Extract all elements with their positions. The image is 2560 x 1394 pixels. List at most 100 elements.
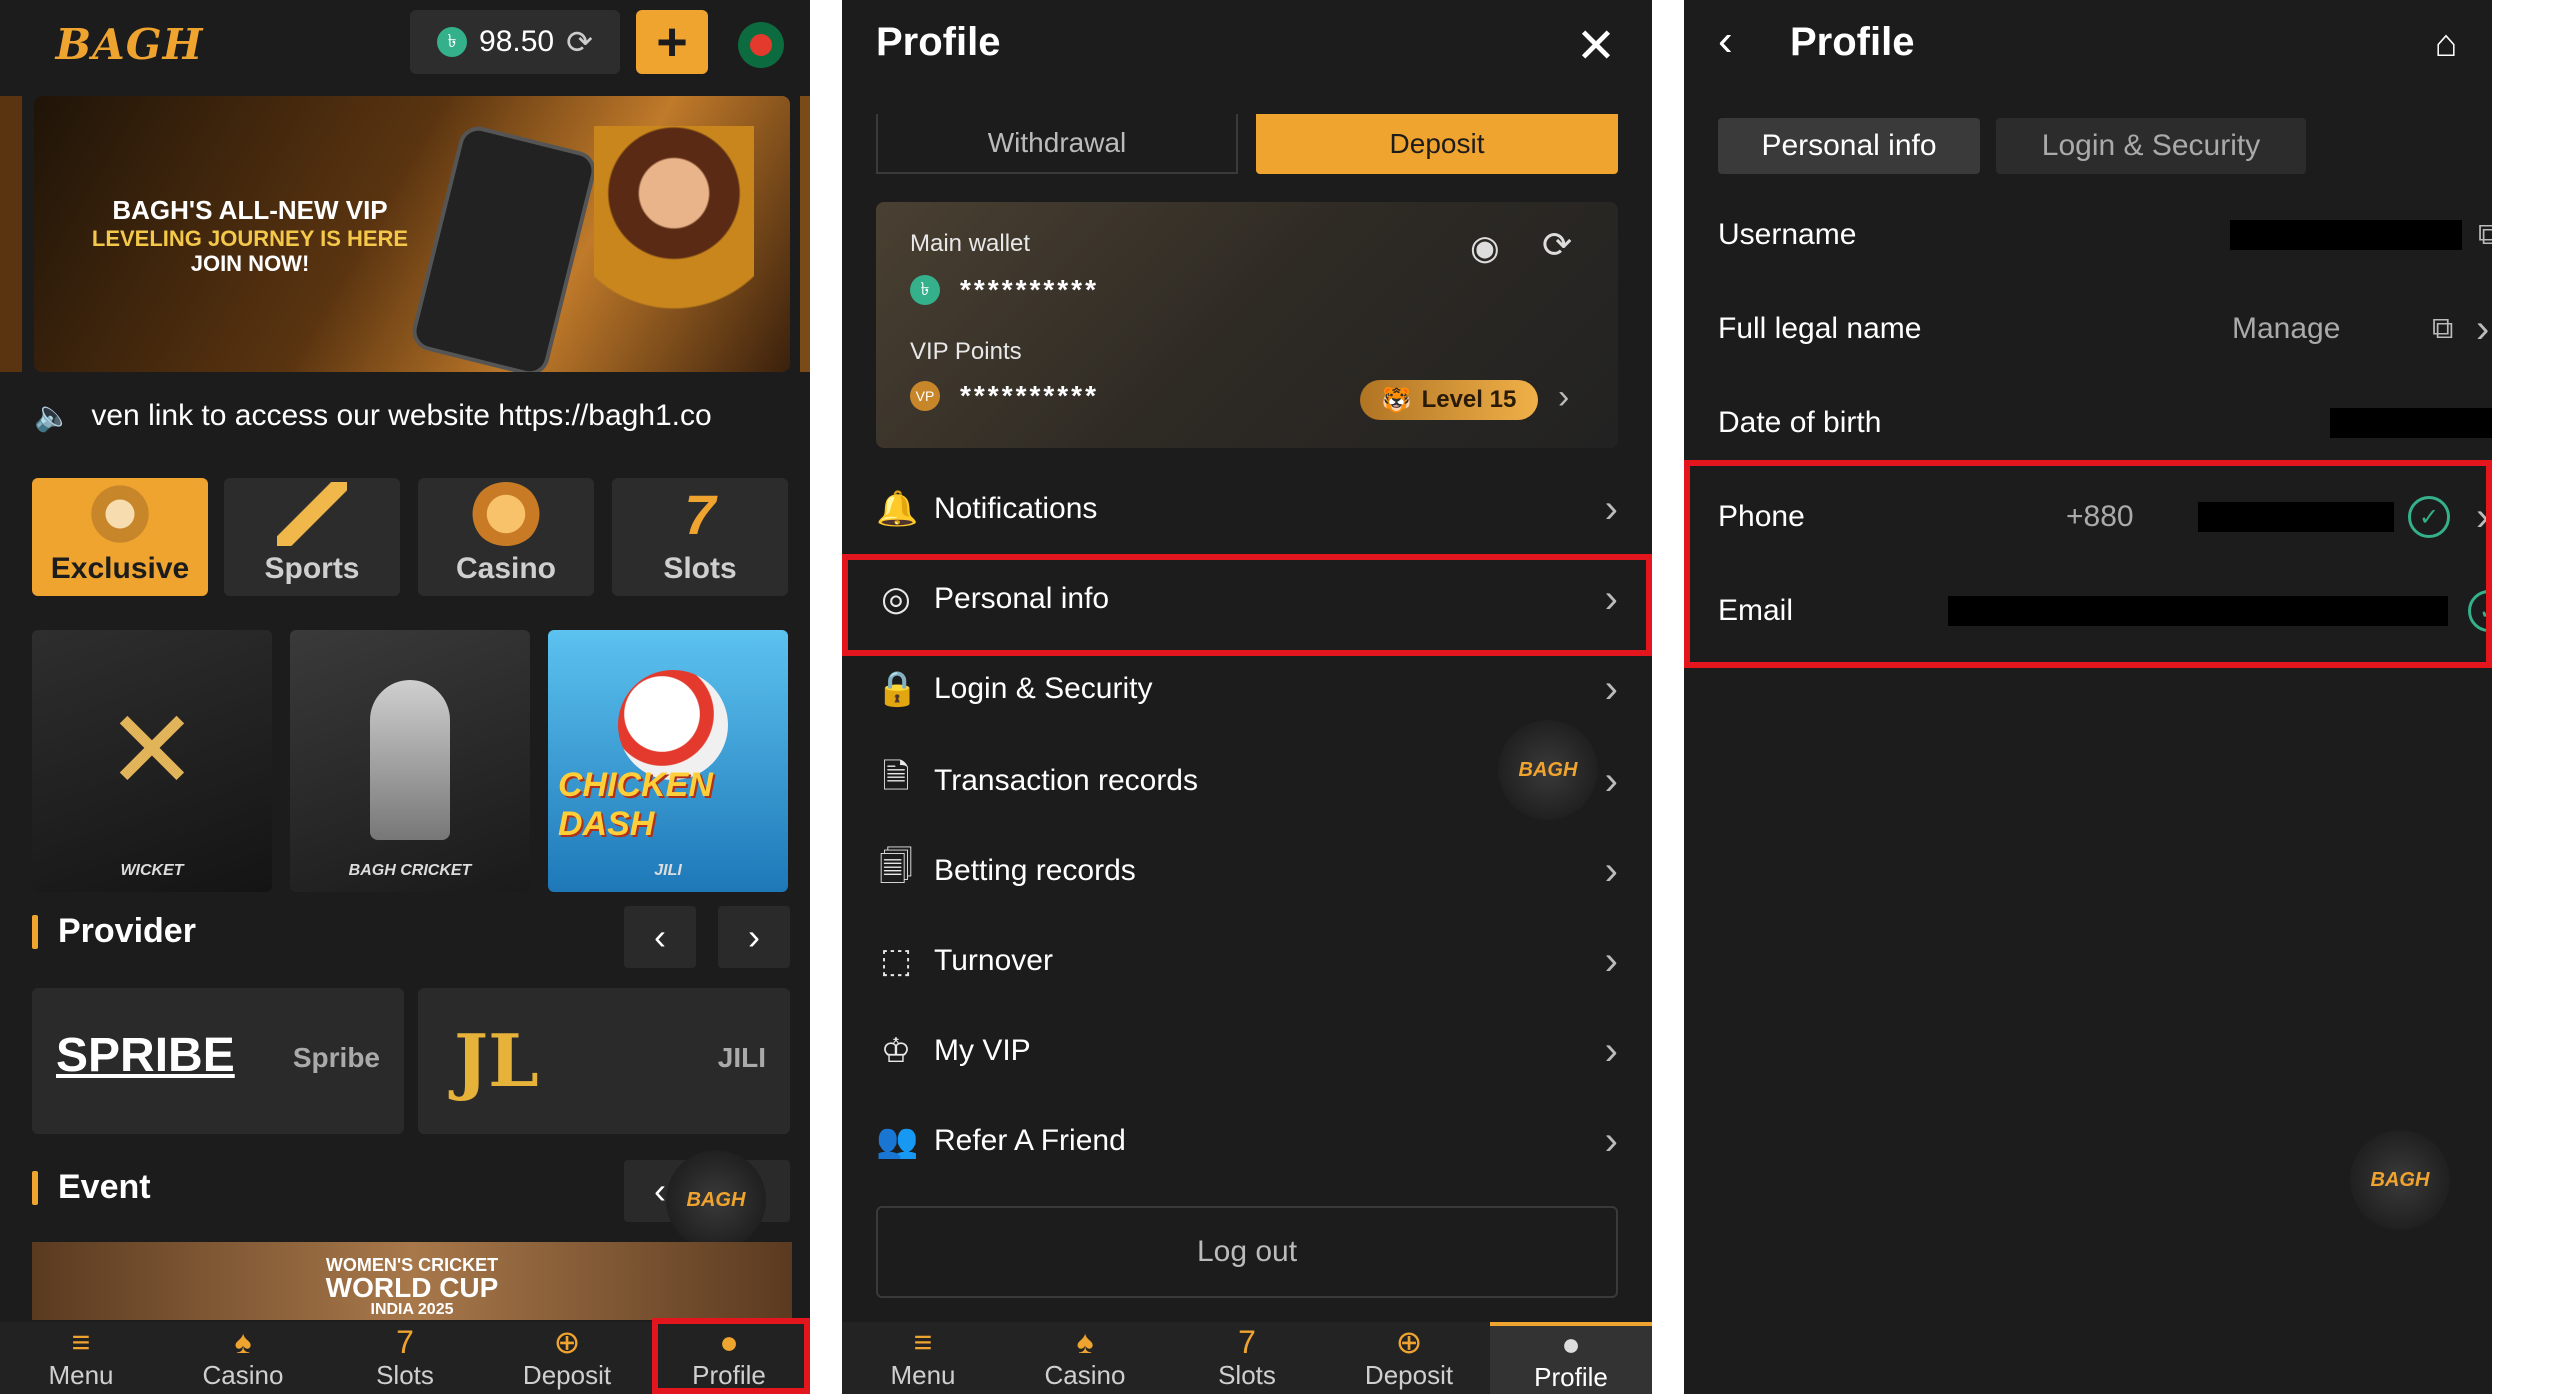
game-name: BAGH CRICKET: [348, 862, 472, 879]
manage-link[interactable]: Manage: [2232, 312, 2340, 346]
tab-personal-info[interactable]: Personal info: [1718, 118, 1980, 174]
phone-masked: [2198, 502, 2394, 532]
provider-prev-button[interactable]: ‹: [624, 906, 696, 968]
chevron-right-icon: ›: [1604, 577, 1618, 621]
close-icon[interactable]: ✕: [1568, 18, 1624, 74]
nav-slots[interactable]: 7 Slots: [1166, 1322, 1328, 1394]
copy-icon[interactable]: ⧉: [2478, 218, 2492, 252]
menu-icon: ≡: [913, 1323, 933, 1360]
tiger-icon: 🐯: [1381, 386, 1412, 414]
dob-label: Date of birth: [1718, 406, 1882, 439]
copy-icon[interactable]: ⧉: [2432, 312, 2453, 346]
main-wallet-label: Main wallet: [910, 230, 1031, 257]
chevron-right-icon: ›: [2476, 495, 2490, 539]
betting-icon: 🗐: [879, 847, 913, 886]
provider-jili[interactable]: JL JILI: [418, 988, 790, 1134]
category-casino[interactable]: Casino: [418, 478, 594, 596]
refresh-icon[interactable]: ⟳: [566, 23, 593, 61]
menu-betting-records[interactable]: 🗐 Betting records ›: [876, 836, 1618, 906]
menu-personal-info[interactable]: ◎ Personal info ›: [876, 564, 1618, 634]
nav-deposit[interactable]: ⊕ Deposit: [486, 1322, 648, 1394]
casino-icon: ♠: [1076, 1323, 1094, 1360]
logout-button[interactable]: Log out: [876, 1206, 1618, 1298]
mascot-illustration: [594, 126, 754, 366]
row-phone[interactable]: Phone +880 ✓ ›: [1718, 470, 2489, 564]
slots-icon: 7: [1238, 1323, 1256, 1360]
back-icon[interactable]: ‹: [1718, 16, 1733, 66]
category-label: Exclusive: [50, 552, 190, 585]
deposit-tab[interactable]: Deposit: [1256, 114, 1618, 174]
announcement-marquee[interactable]: 🔈 ven link to access our website https:/…: [34, 395, 810, 437]
provider-next-button[interactable]: ›: [718, 906, 790, 968]
vip-points-value: **********: [960, 380, 1099, 411]
batsman-illustration: [370, 680, 450, 840]
menu-refer-friend[interactable]: 👥 Refer A Friend ›: [876, 1106, 1618, 1176]
vip-level-badge[interactable]: 🐯 Level 15: [1360, 380, 1538, 420]
nav-casino[interactable]: ♠ Casino: [1004, 1322, 1166, 1394]
bagh-logo[interactable]: BAGH: [32, 14, 227, 74]
category-slots[interactable]: 7 Slots: [612, 478, 788, 596]
nav-label: Menu: [48, 1359, 114, 1390]
nav-slots[interactable]: 7 Slots: [324, 1322, 486, 1394]
phone-illustration: [408, 122, 600, 372]
eye-icon[interactable]: ◉: [1470, 228, 1500, 268]
banner-next-peek: [800, 96, 810, 372]
menu-turnover[interactable]: ⬚ Turnover ›: [876, 926, 1618, 996]
add-funds-button[interactable]: +: [636, 10, 708, 74]
nav-menu[interactable]: ≡ Menu: [842, 1322, 1004, 1394]
profile-icon: ●: [1561, 1325, 1581, 1362]
menu-login-security[interactable]: 🔒 Login & Security ›: [876, 654, 1618, 724]
home-icon[interactable]: ⌂: [2420, 18, 2472, 70]
jili-logo: JL: [454, 1018, 539, 1103]
phone-prefix: +880: [2066, 500, 2134, 533]
username-label: Username: [1718, 218, 1857, 251]
menu-notifications[interactable]: 🔔 Notifications ›: [876, 474, 1618, 544]
bagh-float-icon[interactable]: BAGH: [1498, 720, 1598, 820]
row-full-name[interactable]: Full legal name Manage ⧉ ›: [1718, 282, 2489, 376]
tab-login-security[interactable]: Login & Security: [1996, 118, 2306, 174]
bottom-nav: ≡ Menu ♠ Casino 7 Slots ⊕ Deposit ● Profile: [842, 1322, 1652, 1394]
chevron-right-icon: ›: [1604, 939, 1618, 983]
nav-label: Menu: [890, 1359, 956, 1390]
chevron-right-icon[interactable]: ›: [1558, 380, 1569, 414]
refresh-icon[interactable]: ⟳: [1542, 224, 1572, 266]
game-tile-bagh-cricket[interactable]: BAGH CRICKET: [290, 630, 530, 892]
bell-icon: 🔔: [876, 490, 919, 528]
verified-check-icon: ✓: [2408, 496, 2450, 538]
provider-spribe[interactable]: SPRIBE Spribe: [32, 988, 404, 1134]
main-wallet-value: **********: [960, 274, 1099, 305]
bagh-float-icon[interactable]: BAGH: [666, 1150, 766, 1250]
nav-profile[interactable]: ● Profile: [1490, 1322, 1652, 1394]
nav-label: Slots: [376, 1359, 434, 1390]
balance-value: 98.50: [479, 25, 555, 58]
bagh-float-icon[interactable]: BAGH: [2350, 1130, 2450, 1230]
game-tile-chicken-dash[interactable]: CHICKEN DASH JILI: [548, 630, 788, 892]
row-email[interactable]: Email ✓: [1718, 564, 2492, 658]
vip-points-label: VIP Points: [910, 338, 1022, 365]
game-tile-wicket[interactable]: ✕ WICKET: [32, 630, 272, 892]
chevron-right-icon: ›: [1604, 667, 1618, 711]
vip-points-icon: VP: [910, 381, 940, 411]
user-circle-icon: ◎: [881, 580, 911, 618]
nav-deposit[interactable]: ⊕ Deposit: [1328, 1322, 1490, 1394]
taka-coin-icon: ৳: [437, 27, 468, 57]
nav-casino[interactable]: ♠ Casino: [162, 1322, 324, 1394]
withdrawal-tab[interactable]: Withdrawal: [876, 114, 1238, 174]
world-cup-banner[interactable]: WOMEN'S CRICKET WORLD CUP INDIA 2025: [32, 1242, 792, 1320]
chicken-illustration: [618, 670, 728, 780]
bangladesh-flag-icon[interactable]: [738, 22, 784, 68]
nav-profile[interactable]: ● Profile: [648, 1322, 810, 1394]
casino-icon: ♠: [234, 1323, 252, 1360]
vip-promo-banner[interactable]: BAGH'S ALL-NEW VIP LEVELING JOURNEY IS H…: [34, 96, 790, 372]
chevron-right-icon: ›: [1604, 759, 1618, 803]
event-line2: WORLD CUP: [325, 1272, 499, 1303]
chicken-dash-title: CHICKEN DASH: [558, 766, 713, 843]
category-exclusive[interactable]: Exclusive: [32, 478, 208, 596]
menu-label: Refer A Friend: [934, 1124, 1126, 1157]
nav-menu[interactable]: ≡ Menu: [0, 1322, 162, 1394]
marquee-text: ven link to access our website https://b…: [91, 399, 712, 432]
balance-pill[interactable]: ৳ 98.50 ⟳: [410, 10, 620, 74]
category-sports[interactable]: Sports: [224, 478, 400, 596]
menu-my-vip[interactable]: ♔ My VIP ›: [876, 1016, 1618, 1086]
chevron-right-icon: ›: [1604, 1119, 1618, 1163]
